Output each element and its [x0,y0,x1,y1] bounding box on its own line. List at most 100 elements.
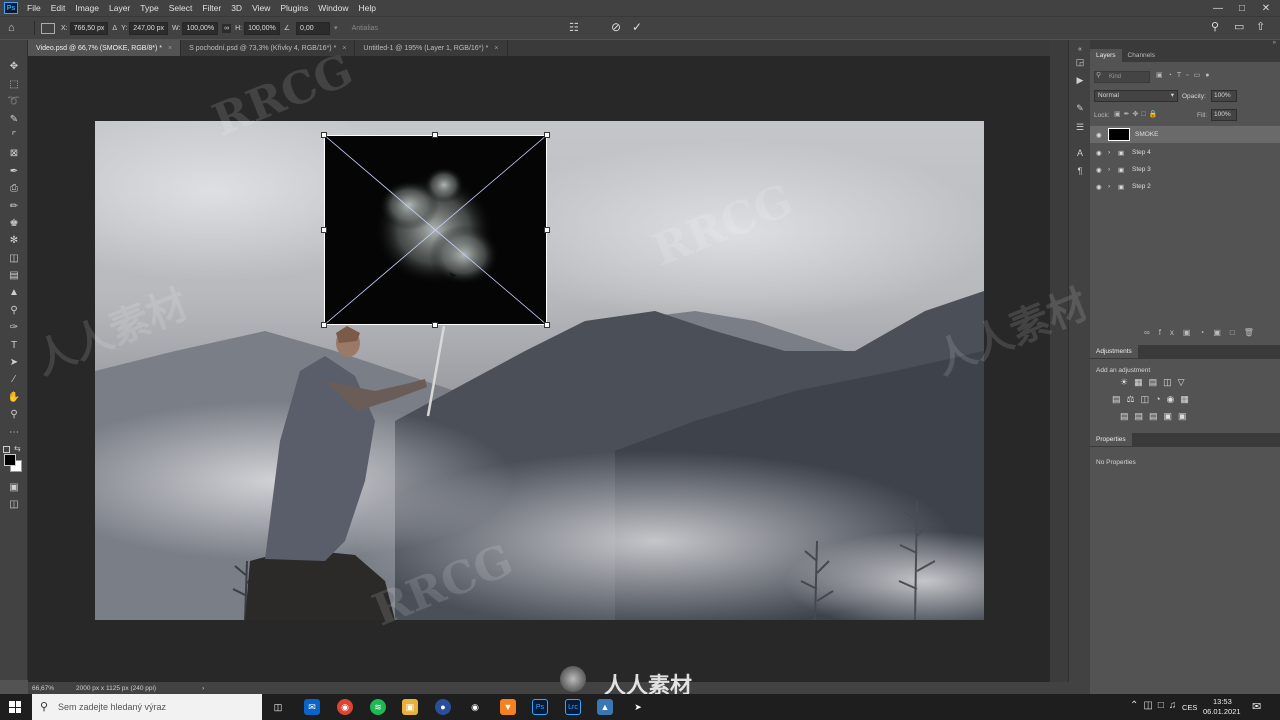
task-view-icon[interactable]: ◫ [270,699,286,715]
taskbar-search-input[interactable]: Sem zadejte hledaný výraz [32,694,262,720]
pen-tool-icon[interactable]: ✑ [6,320,22,334]
transform-handle-w[interactable] [321,227,327,233]
lasso-tool-icon[interactable]: ➰ [6,94,22,108]
paragraph-icon[interactable]: ¶ [1073,164,1087,178]
tab-video-psd[interactable]: Video.psd @ 66,7% (SMOKE, RGB/8*) * × [28,40,182,56]
visibility-eye-icon[interactable]: ◉ [1096,183,1108,191]
reference-point-icon[interactable] [41,22,55,34]
fill-input[interactable]: 100% [1211,109,1237,121]
lock-icons[interactable]: ▣✒✥□🔒 [1114,110,1160,118]
expand-chevron-icon[interactable]: › [1108,149,1118,156]
h-input[interactable]: 100,00% [244,21,280,35]
brush-settings-icon[interactable]: ✎ [1073,101,1087,115]
transform-handle-e[interactable] [544,227,550,233]
visibility-eye-icon[interactable]: ◉ [1096,131,1108,139]
properties-title[interactable]: Properties [1090,433,1132,446]
delta-icon[interactable]: Δ [112,25,117,32]
move-tool-icon[interactable]: ✥ [6,59,22,73]
home-icon[interactable]: ⌂ [8,22,28,34]
quick-mask-icon[interactable]: ▣ [6,480,22,494]
transform-handle-se[interactable] [544,322,550,328]
layer-actions-icons[interactable]: ∞fx▣◔▣□🗑 [1144,328,1263,337]
properties-sliders-icon[interactable]: ☰ [1073,120,1087,134]
layer-filter-icons[interactable]: ▣◔T▫▭● [1156,71,1214,79]
mail-app-icon[interactable]: ✉ [304,699,320,715]
firefox-icon[interactable]: ● [435,699,451,715]
lightroom-taskbar-icon[interactable]: Lrc [565,699,581,715]
healing-brush-tool-icon[interactable]: ⎙ [6,181,22,195]
minimize-icon[interactable]: — [1206,0,1230,16]
transform-handle-ne[interactable] [544,132,550,138]
zoom-level[interactable]: 66,67% [32,685,72,692]
adjustment-icons-row-3[interactable]: ▤▤▤▣▣ [1120,411,1193,422]
brush-tool-icon[interactable]: ✏ [6,199,22,213]
link-icon[interactable]: ∞ [222,23,232,33]
maximize-icon[interactable]: □ [1230,0,1254,16]
tab-s-pochodni-psd[interactable]: S pochodní.psd @ 73,3% (Křivky 4, RGB/16… [181,40,356,56]
cancel-transform-icon[interactable]: ⊘ [611,20,621,34]
visibility-eye-icon[interactable]: ◉ [1096,166,1108,174]
interpolation-icon[interactable]: ▾ [334,24,338,32]
line-tool-icon[interactable]: ∕ [6,372,22,386]
windows-start-icon[interactable] [9,701,21,713]
menu-window[interactable]: Window [313,3,353,13]
close-icon[interactable]: ✕ [1254,0,1278,16]
search-icon[interactable]: ⚲ [1211,20,1219,33]
cursor-tool-app-icon[interactable]: ➤ [630,699,646,715]
angle-input[interactable]: 0,00 [296,21,331,35]
frame-tool-icon[interactable]: ⊠ [6,146,22,160]
canvas-area[interactable]: ➤ [28,56,1050,682]
tab-untitled-1[interactable]: Untitled-1 @ 195% (Layer 1, RGB/16*) * × [355,40,508,56]
menu-3d[interactable]: 3D [226,3,247,13]
gradient-tool-icon[interactable]: ▤ [6,268,22,282]
transform-handle-nw[interactable] [321,132,327,138]
menu-type[interactable]: Type [135,3,163,13]
adjustment-icons-row-2[interactable]: ▤⚖◫◔◉▦ [1112,394,1195,405]
actions-play-icon[interactable]: ▶ [1073,73,1087,87]
file-explorer-icon[interactable]: ▣ [402,699,418,715]
expand-chevron-icon[interactable]: › [1108,183,1118,190]
swap-colors-icon[interactable]: ⇆ [14,444,21,453]
clock-time[interactable]: 13:53 [1213,697,1232,706]
transform-handle-sw[interactable] [321,322,327,328]
y-input[interactable]: 247,00 px [129,21,169,35]
transform-handle-s[interactable] [432,322,438,328]
antialias-label[interactable]: Antialias [352,25,378,32]
clock-date[interactable]: 06.01.2021 [1203,707,1241,716]
menu-image[interactable]: Image [70,3,104,13]
close-tab-icon[interactable]: × [168,45,172,52]
photoshop-taskbar-icon[interactable]: Ps [532,699,548,715]
status-arrow-icon[interactable]: › [202,685,204,692]
transform-bounding-box[interactable] [324,135,547,325]
path-selection-tool-icon[interactable]: ➤ [6,355,22,369]
keyboard-language[interactable]: CES [1182,703,1197,712]
vlc-icon[interactable]: ▼ [500,699,516,715]
tab-layers[interactable]: Layers [1090,49,1122,62]
screen-mode-icon[interactable]: ◫ [6,497,22,511]
transform-handle-n[interactable] [432,132,438,138]
menu-view[interactable]: View [247,3,275,13]
commit-transform-icon[interactable]: ✓ [632,20,642,34]
blend-mode-select[interactable]: Normal ▾ [1094,90,1178,102]
menu-filter[interactable]: Filter [197,3,226,13]
clone-stamp-tool-icon[interactable]: ♚ [6,216,22,230]
obs-icon[interactable]: ◉ [467,699,483,715]
visibility-eye-icon[interactable]: ◉ [1096,149,1108,157]
menu-help[interactable]: Help [353,3,380,13]
w-input[interactable]: 100,00% [182,21,219,35]
eraser-tool-icon[interactable]: ◫ [6,251,22,265]
eyedropper-tool-icon[interactable]: ✒ [6,164,22,178]
marquee-tool-icon[interactable]: ⬚ [6,77,22,91]
photoshop-logo-icon[interactable]: Ps [4,2,18,14]
chrome-icon[interactable]: ◉ [337,699,353,715]
adjustment-icons-row-1[interactable]: ☀▦▤◫▽ [1120,377,1191,388]
collapse-icon[interactable]: « [1073,42,1087,56]
layer-filter-kind[interactable]: Kind [1094,71,1150,83]
more-tools-icon[interactable]: ⋯ [6,425,22,439]
hand-tool-icon[interactable]: ✋ [6,390,22,404]
layer-row-step-4[interactable]: ◉ › ▣ Step 4 [1090,144,1280,161]
history-icon[interactable]: ◲ [1073,55,1087,69]
close-tab-icon[interactable]: × [342,45,346,52]
menu-edit[interactable]: Edit [46,3,71,13]
menu-layer[interactable]: Layer [104,3,135,13]
